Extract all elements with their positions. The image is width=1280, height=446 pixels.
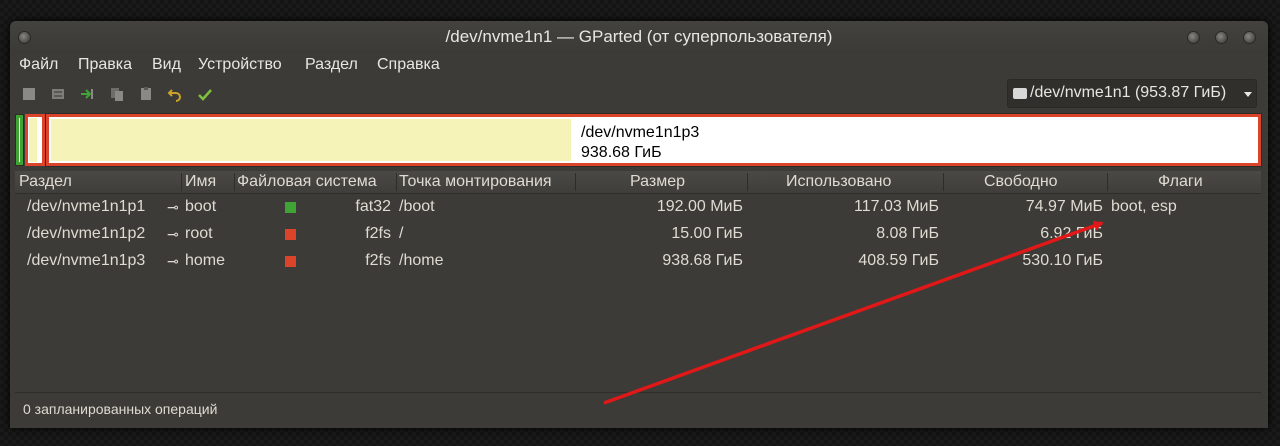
cell-filesystem: fat32 — [355, 198, 391, 215]
cell-partition: /dev/nvme1n1p3 — [27, 252, 146, 269]
disk-map-partition-size: 938.68 ГиБ — [581, 144, 662, 161]
title-bar: /dev/nvme1n1 — GParted (от суперпользова… — [10, 21, 1268, 53]
partition-table: /dev/nvme1n1p1 ⊸ boot fat32 /boot 192.00… — [15, 194, 1261, 390]
cell-flags: boot, esp — [1111, 198, 1177, 215]
col-flags[interactable]: Флаги — [1158, 173, 1203, 191]
cell-mountpoint: / — [399, 225, 404, 242]
filesystem-color-swatch — [285, 229, 296, 240]
col-free[interactable]: Свободно — [984, 173, 1058, 191]
col-used[interactable]: Использовано — [786, 173, 891, 191]
menu-edit[interactable]: Правка — [78, 56, 132, 74]
pending-operations-status: 0 запланированных операций — [23, 401, 218, 417]
maximize-icon[interactable] — [1215, 31, 1228, 44]
disk-map-partition-p3[interactable]: /dev/nvme1n1p3 938.68 ГиБ — [45, 113, 1262, 167]
cell-mountpoint: /home — [399, 252, 444, 269]
used-space-bar — [51, 119, 571, 161]
apply-icon[interactable] — [197, 86, 213, 102]
cell-partition: /dev/nvme1n1p2 — [27, 225, 146, 242]
menu-view[interactable]: Вид — [152, 56, 181, 74]
table-row[interactable]: /dev/nvme1n1p2 ⊸ root f2fs / 15.00 ГиБ 8… — [15, 221, 1261, 248]
filesystem-color-swatch — [285, 202, 296, 213]
table-row[interactable]: /dev/nvme1n1p3 ⊸ home f2fs /home 938.68 … — [15, 248, 1261, 275]
cell-mountpoint: /boot — [399, 198, 435, 215]
resize-move-icon[interactable] — [79, 86, 95, 102]
window-title: /dev/nvme1n1 — GParted (от суперпользова… — [445, 27, 833, 46]
col-size[interactable]: Размер — [630, 173, 685, 191]
disk-map-label: /dev/nvme1n1p3 938.68 ГиБ — [581, 123, 699, 163]
paste-icon[interactable] — [138, 86, 154, 102]
gparted-window: /dev/nvme1n1 — GParted (от суперпользова… — [10, 21, 1268, 428]
cell-name: boot — [185, 198, 217, 215]
copy-icon[interactable] — [109, 86, 125, 102]
table-row[interactable]: /dev/nvme1n1p1 ⊸ boot fat32 /boot 192.00… — [15, 194, 1261, 221]
menu-device[interactable]: Устройство — [198, 56, 282, 74]
cell-used: 408.59 ГиБ — [858, 252, 939, 269]
cell-used: 117.03 МиБ — [854, 198, 939, 215]
cell-free: 530.10 ГиБ — [1022, 252, 1103, 269]
cell-free: 6.92 ГиБ — [1040, 225, 1103, 242]
delete-partition-icon[interactable] — [50, 86, 66, 102]
cell-size: 192.00 МиБ — [656, 198, 743, 215]
new-partition-icon[interactable] — [21, 86, 37, 102]
disk-map-partition-p2[interactable] — [25, 114, 45, 166]
cell-size: 15.00 ГиБ — [671, 225, 743, 242]
col-partition[interactable]: Раздел — [19, 173, 72, 191]
cell-size: 938.68 ГиБ — [662, 252, 743, 269]
menu-help[interactable]: Справка — [377, 56, 440, 74]
menu-file[interactable]: Файл — [19, 56, 58, 74]
harddisk-icon — [1013, 88, 1027, 99]
disk-map-partition-p1[interactable] — [15, 114, 24, 166]
col-name[interactable]: Имя — [185, 173, 216, 191]
undo-icon[interactable] — [167, 86, 183, 102]
key-icon: ⊸ — [167, 199, 179, 215]
key-icon: ⊸ — [167, 226, 179, 242]
cell-filesystem: f2fs — [365, 225, 391, 242]
cell-name: root — [185, 225, 213, 242]
col-mountpoint[interactable]: Точка монтирования — [399, 173, 552, 191]
chevron-down-icon — [1244, 92, 1252, 97]
key-icon: ⊸ — [167, 253, 179, 269]
close-icon[interactable] — [1243, 31, 1256, 44]
cell-filesystem: f2fs — [365, 252, 391, 269]
device-selector-label: /dev/nvme1n1 (953.87 ГиБ) — [1030, 84, 1227, 101]
device-selector[interactable]: /dev/nvme1n1 (953.87 ГиБ) — [1007, 79, 1257, 108]
disk-map: /dev/nvme1n1p3 938.68 ГиБ — [15, 113, 1262, 167]
table-header: Раздел Имя Файловая система Точка монтир… — [15, 171, 1261, 194]
col-filesystem[interactable]: Файловая система — [237, 173, 377, 191]
disk-map-partition-name: /dev/nvme1n1p3 — [581, 124, 700, 141]
filesystem-color-swatch — [285, 256, 296, 267]
minimize-icon[interactable] — [1187, 31, 1200, 44]
cell-name: home — [185, 252, 226, 269]
status-bar: 0 запланированных операций — [15, 392, 1261, 425]
cell-partition: /dev/nvme1n1p1 — [27, 198, 146, 215]
cell-used: 8.08 ГиБ — [876, 225, 939, 242]
menu-bar: Файл Правка Вид Устройство Раздел Справк… — [10, 53, 1268, 79]
cell-free: 74.97 МиБ — [1025, 198, 1103, 215]
menu-partition[interactable]: Раздел — [305, 56, 358, 74]
